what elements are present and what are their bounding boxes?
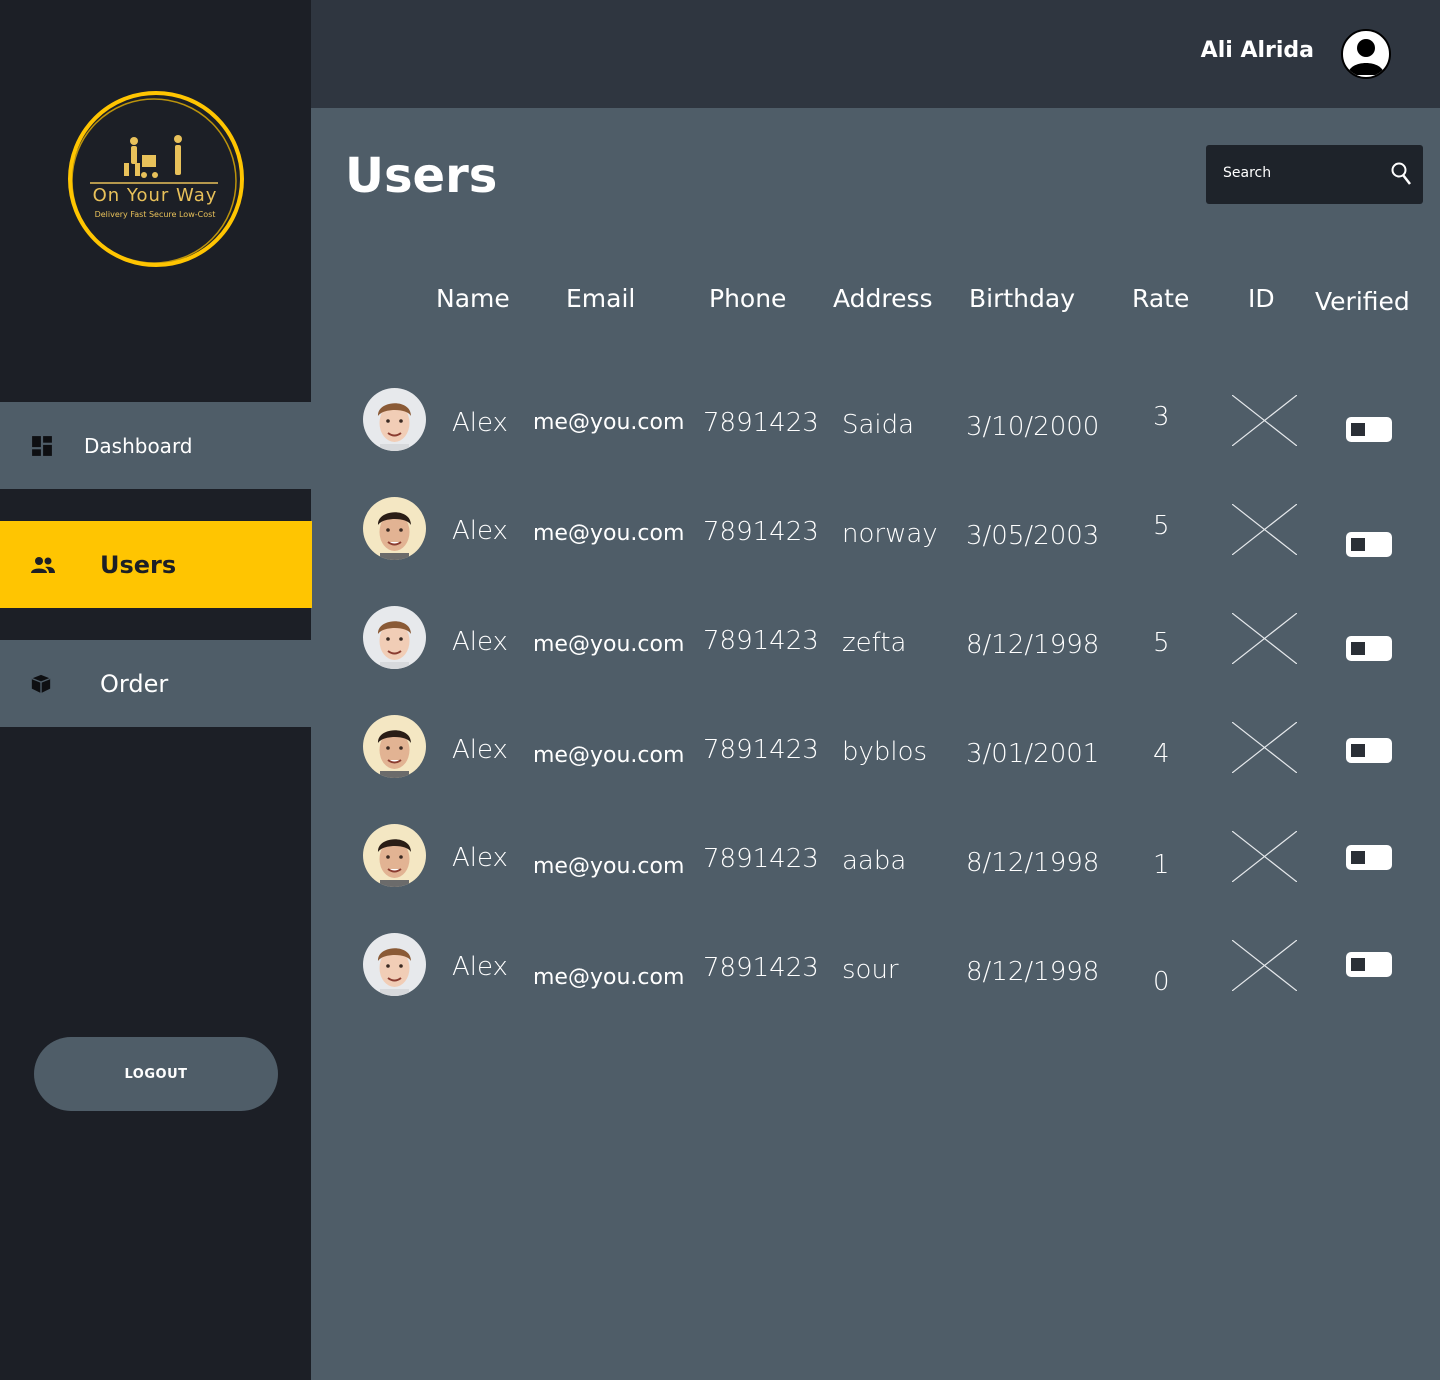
user-avatar xyxy=(363,606,426,669)
id-missing-icon[interactable] xyxy=(1232,722,1297,773)
id-missing-icon[interactable] xyxy=(1232,940,1297,991)
user-avatar-icon[interactable] xyxy=(1341,29,1391,79)
top-bar: Ali Alrida xyxy=(311,0,1440,108)
sidebar: On Your Way Delivery Fast Secure Low-Cos… xyxy=(0,0,312,1380)
cell-phone: 7891423 xyxy=(703,844,819,874)
verified-toggle[interactable] xyxy=(1346,636,1392,661)
column-header-birthday[interactable]: Birthday xyxy=(969,284,1075,313)
id-missing-icon[interactable] xyxy=(1232,504,1297,555)
box-icon xyxy=(31,674,51,693)
brand-name: On Your Way xyxy=(92,185,218,206)
user-avatar xyxy=(363,933,426,996)
cell-phone: 7891423 xyxy=(703,517,819,547)
sidebar-item-dashboard[interactable]: Dashboard xyxy=(0,402,311,489)
cell-birthday: 3/01/2001 xyxy=(966,739,1100,769)
cell-phone: 7891423 xyxy=(703,735,819,765)
search-input[interactable]: Search xyxy=(1206,145,1423,204)
cell-address: norway xyxy=(842,519,938,549)
brand-logo: On Your Way Delivery Fast Secure Low-Cos… xyxy=(62,85,248,273)
cell-rate: 5 xyxy=(1153,628,1170,658)
cell-address: zefta xyxy=(842,628,907,658)
user-avatar xyxy=(363,497,426,560)
cell-rate: 0 xyxy=(1153,967,1170,997)
search-placeholder: Search xyxy=(1223,165,1272,181)
dashboard-icon xyxy=(32,435,52,456)
cell-address: aaba xyxy=(842,846,907,876)
column-header-phone[interactable]: Phone xyxy=(709,284,786,313)
cell-rate: 1 xyxy=(1153,850,1170,880)
column-header-email[interactable]: Email xyxy=(566,284,635,313)
user-avatar xyxy=(363,715,426,778)
cell-address: sour xyxy=(842,955,899,985)
cell-name: Alex xyxy=(452,952,508,982)
sidebar-item-label: Users xyxy=(100,550,177,579)
cell-name: Alex xyxy=(452,627,508,657)
cell-birthday: 8/12/1998 xyxy=(966,630,1100,660)
cell-rate: 3 xyxy=(1153,402,1170,432)
sidebar-item-label: Order xyxy=(100,669,169,698)
column-header-id[interactable]: ID xyxy=(1248,284,1275,313)
verified-toggle[interactable] xyxy=(1346,417,1392,442)
user-avatar xyxy=(363,388,426,451)
cell-address: Saida xyxy=(842,410,915,440)
cell-name: Alex xyxy=(452,735,508,765)
cell-birthday: 8/12/1998 xyxy=(966,957,1100,987)
cell-phone: 7891423 xyxy=(703,626,819,656)
brand-tagline: Delivery Fast Secure Low-Cost xyxy=(94,210,216,219)
cell-email: me@you.com xyxy=(533,743,685,768)
cell-birthday: 3/05/2003 xyxy=(966,521,1100,551)
cell-rate: 5 xyxy=(1153,511,1170,541)
cell-phone: 7891423 xyxy=(703,953,819,983)
cell-name: Alex xyxy=(452,843,508,873)
column-header-address[interactable]: Address xyxy=(833,284,933,313)
cell-phone: 7891423 xyxy=(703,408,819,438)
users-icon xyxy=(31,556,55,573)
id-missing-icon[interactable] xyxy=(1232,831,1297,882)
cell-email: me@you.com xyxy=(533,854,685,879)
logout-button[interactable]: LOGOUT xyxy=(34,1037,278,1111)
user-avatar xyxy=(363,824,426,887)
cell-birthday: 8/12/1998 xyxy=(966,848,1100,878)
cell-address: byblos xyxy=(842,737,928,767)
verified-toggle[interactable] xyxy=(1346,532,1392,557)
sidebar-item-label: Dashboard xyxy=(84,433,193,458)
column-header-name[interactable]: Name xyxy=(436,284,510,313)
verified-toggle[interactable] xyxy=(1346,738,1392,763)
sidebar-item-order[interactable]: Order xyxy=(0,640,311,727)
cell-birthday: 3/10/2000 xyxy=(966,412,1100,442)
id-missing-icon[interactable] xyxy=(1232,613,1297,664)
user-name: Ali Alrida xyxy=(1200,38,1314,63)
cell-name: Alex xyxy=(452,408,508,438)
search-icon[interactable] xyxy=(1389,161,1413,187)
sidebar-item-users[interactable]: Users xyxy=(0,521,312,608)
id-missing-icon[interactable] xyxy=(1232,395,1297,446)
cell-email: me@you.com xyxy=(533,965,685,990)
cell-email: me@you.com xyxy=(533,521,685,546)
cell-email: me@you.com xyxy=(533,632,685,657)
cell-rate: 4 xyxy=(1153,739,1170,769)
cell-name: Alex xyxy=(452,516,508,546)
verified-toggle[interactable] xyxy=(1346,952,1392,977)
cell-email: me@you.com xyxy=(533,410,685,435)
column-header-rate[interactable]: Rate xyxy=(1132,284,1189,313)
page-title: Users xyxy=(345,148,498,204)
verified-toggle[interactable] xyxy=(1346,845,1392,870)
column-header-verified[interactable]: Verified xyxy=(1315,287,1410,316)
